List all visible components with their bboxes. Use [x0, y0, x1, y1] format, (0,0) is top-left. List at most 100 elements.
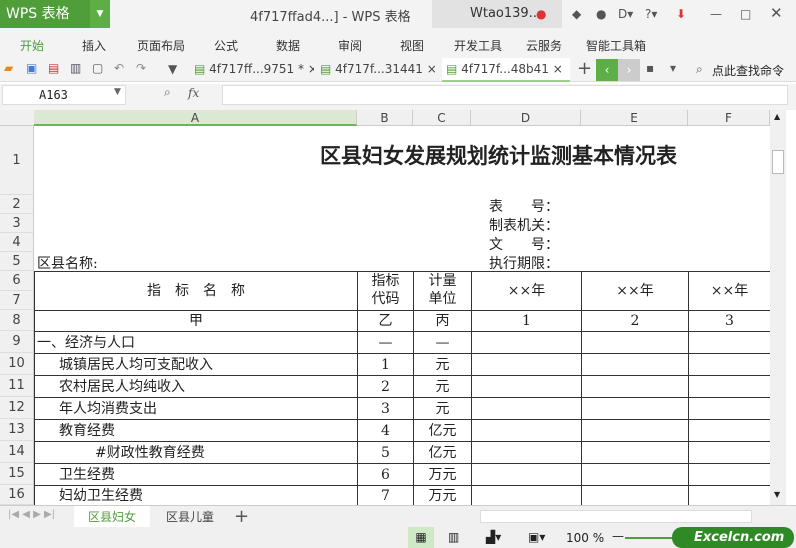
column-header-F[interactable]: F [688, 110, 770, 126]
menu-tab-2[interactable]: 页面布局 [137, 37, 185, 54]
menu-tab-0[interactable]: 开始 [20, 37, 44, 54]
tab-menu-icon[interactable]: ▾ [670, 61, 676, 75]
page-break-view-icon[interactable]: ▥ [448, 530, 459, 544]
menu-tab-3[interactable]: 公式 [214, 37, 238, 54]
row-header-7[interactable]: 7 [0, 291, 34, 310]
zoom-out-icon[interactable]: — [612, 529, 624, 543]
scroll-down-icon[interactable]: ▼ [774, 490, 780, 499]
row-header-14[interactable]: 14 [0, 441, 34, 463]
row-header-15[interactable]: 15 [0, 463, 34, 485]
row-header-8[interactable]: 8 [0, 310, 34, 331]
row-name: 妇幼卫生经费 [34, 485, 357, 505]
zoom-level[interactable]: 100 % [566, 531, 604, 545]
row-header-9[interactable]: 9 [0, 331, 34, 353]
close-tab-icon[interactable]: × [308, 62, 314, 76]
row-header-16[interactable]: 16 [0, 485, 34, 505]
document-icon: ▤ [446, 62, 458, 76]
maximize-icon[interactable]: □ [740, 7, 751, 21]
display-icon[interactable]: ▪ [646, 61, 654, 75]
print-preview-icon[interactable]: ▢ [92, 61, 103, 75]
prev-tab-icon[interactable]: ‹ [596, 59, 618, 81]
data-cell [581, 331, 688, 353]
skin-icon[interactable]: ◆ [572, 7, 581, 21]
header-code: 指标 代码 [357, 271, 413, 310]
chevron-down-icon[interactable]: ▼ [90, 0, 110, 28]
data-cell [688, 485, 770, 505]
normal-view-icon[interactable]: ▦ [408, 527, 434, 548]
add-sheet-button[interactable]: + [234, 506, 249, 527]
save-icon[interactable]: ▣ [26, 61, 37, 75]
column-header-C[interactable]: C [413, 110, 471, 126]
open-icon[interactable]: ▰ [4, 61, 13, 75]
zoom-slider[interactable] [625, 537, 675, 539]
sheet-tab-women[interactable]: 区县妇女 [74, 506, 150, 528]
row-name: 一、经济与人口 [34, 331, 357, 353]
column-header-D[interactable]: D [471, 110, 581, 126]
zoom-formula-icon[interactable]: ⌕ [164, 85, 171, 100]
print-icon[interactable]: ▥ [70, 61, 81, 75]
more-icon[interactable]: ▼ [168, 62, 177, 76]
index-cell: 2 [581, 310, 688, 331]
minimize-icon[interactable]: — [710, 7, 722, 21]
vertical-scrollbar[interactable]: ▲ ▼ [770, 110, 786, 505]
wps-app-menu[interactable]: WPS 表格 ▼ [0, 0, 110, 28]
row-header-6[interactable]: 6 [0, 271, 34, 291]
horizontal-scrollbar[interactable] [480, 510, 752, 523]
eye-protect-icon[interactable]: ▣▾ [528, 530, 545, 544]
menu-tab-5[interactable]: 审阅 [338, 37, 362, 54]
row-header-11[interactable]: 11 [0, 375, 34, 397]
title-bar: WPS 表格 ▼ 4f717ffad4...] - WPS 表格 Wtao139.… [0, 0, 796, 28]
document-icon: ▤ [194, 62, 206, 76]
menu-tab-6[interactable]: 视图 [400, 37, 424, 54]
row-header-13[interactable]: 13 [0, 419, 34, 441]
command-search[interactable]: 点此查找命令 [712, 62, 784, 79]
row-header-10[interactable]: 10 [0, 353, 34, 375]
sheet-tab-children[interactable]: 区县儿童 [152, 506, 228, 528]
district-label: 区县名称: [37, 256, 98, 272]
menu-tab-9[interactable]: 智能工具箱 [586, 37, 646, 54]
undo-icon[interactable]: ↶ [114, 61, 124, 75]
app-name: WPS 表格 [6, 6, 70, 22]
redo-icon[interactable]: ↷ [136, 61, 146, 75]
doc-tab[interactable]: ▤ 4f717f...31441 × [316, 58, 440, 82]
settings-icon[interactable]: ● [596, 7, 606, 21]
share-icon[interactable]: D▾ [618, 7, 633, 21]
chevron-down-icon[interactable]: ▼ [114, 87, 121, 97]
new-tab-icon[interactable]: + [577, 58, 592, 79]
column-header-A[interactable]: A [34, 110, 357, 126]
close-icon[interactable]: ✕ [770, 4, 783, 22]
help-icon[interactable]: ?▾ [645, 7, 657, 21]
sheet-nav-icons[interactable]: |◀ ◀ ▶ ▶| [8, 509, 55, 520]
column-header: ABCDEF [0, 110, 770, 126]
avatar-icon[interactable]: ● [536, 7, 546, 21]
export-pdf-icon[interactable]: ▤ [48, 61, 59, 75]
scroll-up-icon[interactable]: ▲ [774, 112, 780, 121]
row-header-3[interactable]: 3 [0, 214, 34, 233]
row-header-2[interactable]: 2 [0, 195, 34, 214]
header-year: ××年 [471, 271, 581, 310]
row-header-1[interactable]: 1 [0, 126, 34, 195]
close-tab-icon[interactable]: × [553, 62, 563, 76]
doc-tab[interactable]: ▤ 4f717f...48b41 × [442, 58, 570, 82]
column-header-B[interactable]: B [357, 110, 413, 126]
search-icon[interactable]: ⌕ [696, 62, 703, 77]
download-icon[interactable]: ⬇ [676, 7, 686, 21]
name-box[interactable]: A163 [2, 85, 126, 105]
column-header-E[interactable]: E [581, 110, 688, 126]
scroll-thumb[interactable] [772, 150, 784, 174]
doc-tab[interactable]: ▤ 4f717ff...9751 * × [190, 58, 314, 82]
next-tab-icon[interactable]: › [618, 59, 640, 81]
row-header-4[interactable]: 4 [0, 233, 34, 252]
row-code: 1 [357, 353, 413, 375]
row-name: 教育经费 [34, 419, 357, 441]
formula-input[interactable] [222, 85, 788, 105]
reading-layout-icon[interactable]: ▟▾ [486, 530, 501, 544]
menu-tab-7[interactable]: 开发工具 [454, 37, 502, 54]
row-header-5[interactable]: 5 [0, 252, 34, 271]
menu-tab-8[interactable]: 云服务 [526, 37, 562, 54]
menu-tab-1[interactable]: 插入 [82, 37, 106, 54]
close-tab-icon[interactable]: × [427, 62, 437, 76]
menu-tab-4[interactable]: 数据 [276, 37, 300, 54]
fx-icon[interactable]: fx [188, 86, 199, 100]
row-header-12[interactable]: 12 [0, 397, 34, 419]
